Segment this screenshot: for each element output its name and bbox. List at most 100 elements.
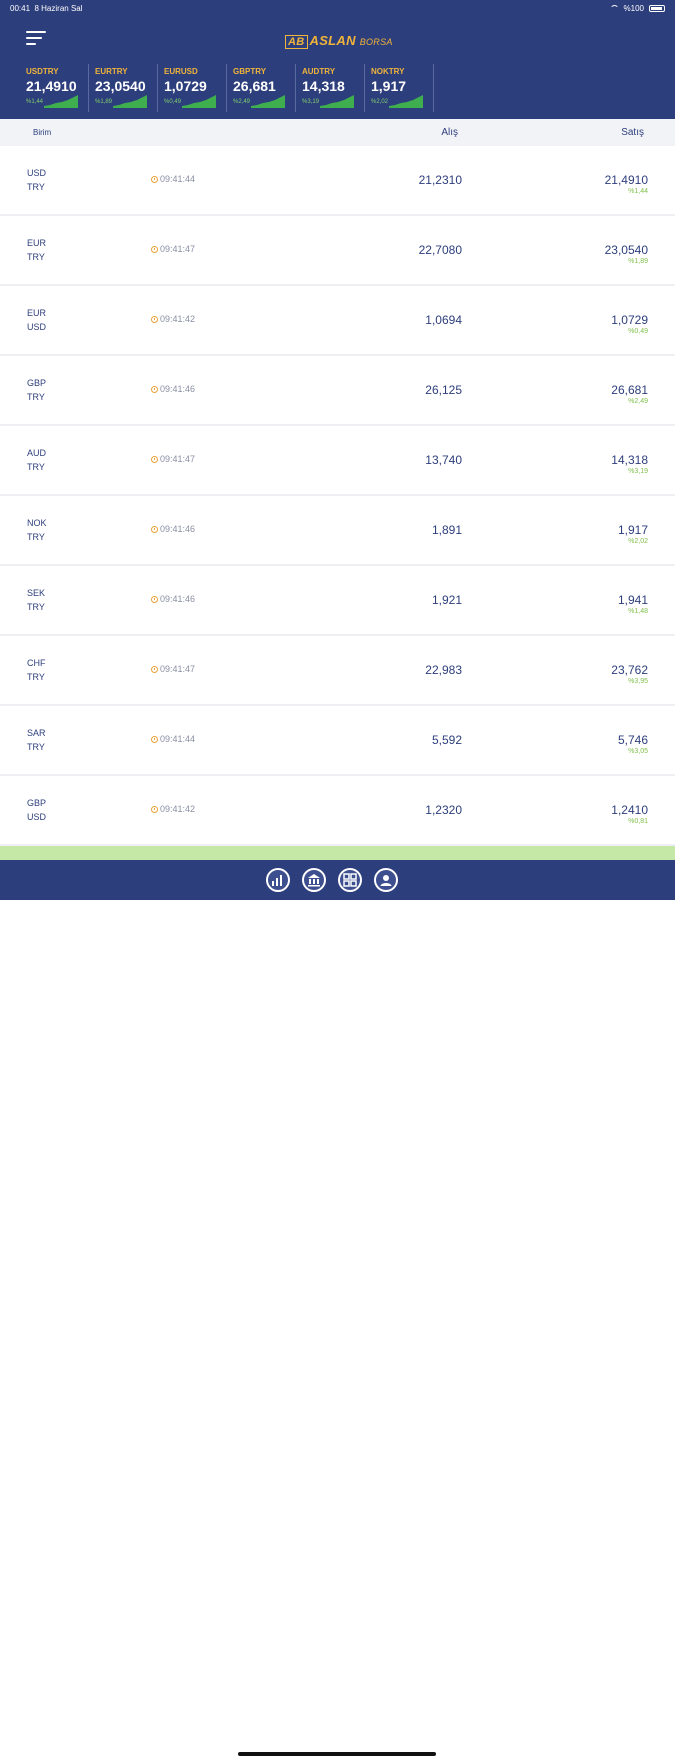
table-row[interactable]: GBP TRY 09:41:46 26,125 26,681 %2,49	[0, 356, 675, 426]
grid-icon	[343, 873, 357, 887]
ticker-value: 21,4910	[26, 78, 77, 94]
ticker-card[interactable]: EURUSD 1,0729 %0,49	[158, 64, 227, 112]
ticker-symbol: USDTRY	[26, 67, 59, 76]
update-time-text: 09:41:46	[160, 524, 196, 534]
table-row[interactable]: NOK TRY 09:41:46 1,891 1,917 %2,02	[0, 496, 675, 566]
clock-icon	[151, 455, 158, 463]
table-row[interactable]: EUR USD 09:41:42 1,0694 1,0729 %0,49	[0, 286, 675, 356]
clock-icon	[151, 595, 158, 603]
update-time-text: 09:41:47	[160, 244, 196, 254]
column-unit: Birim	[33, 128, 52, 137]
status-strip	[0, 846, 675, 860]
update-time-text: 09:41:44	[160, 174, 196, 184]
buy-price: 1,0694	[425, 313, 462, 327]
user-icon	[380, 875, 392, 886]
currency-pair: EUR USD	[27, 306, 46, 334]
ticker-strip: USDTRY 21,4910 %1,44 EURTRY 23,0540 %1,89 EURU…	[20, 64, 434, 112]
ticker-card[interactable]: AUDTRY 14,318 %3,19	[296, 64, 365, 112]
ticker-card[interactable]: NOKTRY 1,917 %2,02	[365, 64, 434, 112]
table-row[interactable]: AUD TRY 09:41:47 13,740 14,318 %3,19	[0, 426, 675, 496]
quote-currency: TRY	[27, 462, 45, 472]
change-percent: %0,81	[628, 818, 648, 825]
column-sell: Satış	[621, 127, 644, 138]
menu-icon-line	[26, 37, 42, 39]
status-right: %100	[609, 4, 665, 13]
sparkline-icon	[113, 95, 147, 108]
sell-price: 1,941	[617, 593, 648, 607]
base-currency: GBP	[27, 378, 47, 388]
sell-price: 1,0729	[611, 313, 648, 327]
table-row[interactable]: CHF TRY 09:41:47 22,983 23,762 %3,95	[0, 636, 675, 706]
update-time: 09:41:47	[151, 664, 195, 674]
ticker-card[interactable]: EURTRY 23,0540 %1,89	[89, 64, 158, 112]
ticker-card[interactable]: USDTRY 21,4910 %1,44	[20, 64, 89, 112]
menu-button[interactable]	[26, 30, 48, 46]
quote-currency: USD	[27, 322, 47, 332]
update-time: 09:41:44	[151, 734, 195, 744]
update-time: 09:41:47	[151, 244, 195, 254]
currency-pair: CHF TRY	[27, 656, 46, 684]
ticker-change: %2,49	[233, 99, 251, 105]
wifi-icon	[609, 5, 619, 12]
update-time-text: 09:41:44	[160, 734, 196, 744]
ticker-change: %3,19	[302, 99, 320, 105]
quote-currency: TRY	[27, 742, 45, 752]
base-currency: SEK	[27, 588, 46, 598]
sparkline-icon	[320, 95, 354, 108]
base-currency: USD	[27, 168, 47, 178]
clock-icon	[151, 525, 158, 533]
sell-price: 1,2410	[611, 803, 648, 817]
buy-price: 1,921	[431, 593, 462, 607]
quote-currency: TRY	[27, 252, 45, 262]
ticker-card[interactable]: GBPTRY 26,681 %2,49	[227, 64, 296, 112]
clock-icon	[151, 735, 158, 743]
tab-bank[interactable]	[302, 868, 326, 892]
chart-icon	[272, 875, 282, 886]
change-percent: %1,44	[628, 188, 648, 195]
sell-price: 1,917	[617, 523, 648, 537]
ticker-change: %2,02	[371, 99, 389, 105]
currency-pair: AUD TRY	[27, 446, 46, 474]
tab-grid[interactable]	[338, 868, 362, 892]
ticker-value: 23,0540	[95, 78, 146, 94]
status-time: 00:41 8 Haziran Sal	[10, 4, 83, 13]
quote-currency: TRY	[27, 672, 45, 682]
base-currency: EUR	[27, 238, 47, 248]
quote-currency: TRY	[27, 602, 45, 612]
update-time-text: 09:41:47	[160, 454, 196, 464]
table-row[interactable]: EUR TRY 09:41:47 22,7080 23,0540 %1,89	[0, 216, 675, 286]
table-row[interactable]: USD TRY 09:41:44 21,2310 21,4910 %1,44	[0, 146, 675, 216]
update-time: 09:41:47	[151, 454, 195, 464]
buy-price: 5,592	[431, 733, 462, 747]
table-row[interactable]: GBP USD 09:41:42 1,2320 1,2410 %0,81	[0, 776, 675, 846]
menu-icon	[26, 31, 46, 33]
sell-price: 21,4910	[604, 173, 648, 187]
bank-icon	[308, 874, 320, 887]
buy-price: 22,7080	[418, 243, 462, 257]
table-row[interactable]: SAR TRY 09:41:44 5,592 5,746 %3,05	[0, 706, 675, 776]
sell-price: 26,681	[611, 383, 648, 397]
quote-currency: TRY	[27, 182, 45, 192]
sparkline-icon	[44, 95, 78, 108]
change-percent: %1,48	[628, 608, 648, 615]
clock-icon	[151, 245, 158, 253]
update-time-text: 09:41:42	[160, 314, 196, 324]
currency-pair: SAR TRY	[27, 726, 46, 754]
update-time: 09:41:46	[151, 384, 195, 394]
buy-price: 22,983	[425, 663, 462, 677]
change-percent: %2,02	[628, 538, 648, 545]
update-time: 09:41:46	[151, 594, 195, 604]
ticker-value: 14,318	[302, 78, 345, 94]
battery-icon	[649, 5, 665, 12]
tab-markets[interactable]	[266, 868, 290, 892]
ticker-symbol: AUDTRY	[302, 67, 336, 76]
ticker-symbol: EURTRY	[95, 67, 128, 76]
app-header: 00:41 8 Haziran Sal %100 AB ASLAN BORSA U…	[0, 0, 675, 119]
ticker-symbol: EURUSD	[164, 67, 198, 76]
update-time-text: 09:41:46	[160, 384, 196, 394]
change-percent: %2,49	[628, 398, 648, 405]
table-row[interactable]: SEK TRY 09:41:46 1,921 1,941 %1,48	[0, 566, 675, 636]
tab-profile[interactable]	[374, 868, 398, 892]
update-time: 09:41:42	[151, 314, 195, 324]
update-time-text: 09:41:42	[160, 804, 196, 814]
